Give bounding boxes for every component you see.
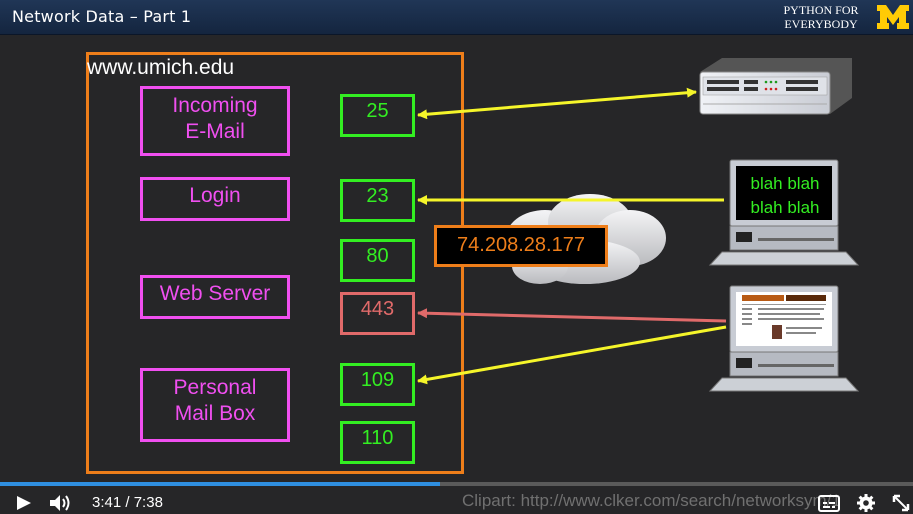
captions-icon[interactable] xyxy=(818,495,840,512)
connection-line-port-25 xyxy=(417,87,697,120)
ip-address-box: 74.208.28.177 xyxy=(434,225,608,267)
video-progress-fill xyxy=(0,482,441,486)
volume-icon[interactable] xyxy=(48,493,72,513)
fullscreen-icon[interactable] xyxy=(891,493,911,513)
terminal-screen-line-2: blah blah xyxy=(750,198,820,217)
play-icon[interactable] xyxy=(14,494,34,512)
web-browser-computer-icon xyxy=(708,285,860,392)
network-switch-icon xyxy=(699,58,852,115)
current-time: 3:41 xyxy=(92,494,122,511)
terminal-screen-text: blah blah blah blah xyxy=(734,172,836,220)
time-separator: / xyxy=(125,494,130,511)
video-progress-bar[interactable] xyxy=(0,482,913,486)
clipart-credit: Clipart: http://www.clker.com/search/net… xyxy=(462,491,841,510)
connection-line-port-109 xyxy=(417,325,727,385)
video-duration: 7:38 xyxy=(133,494,163,511)
connection-line-port-443 xyxy=(417,308,727,323)
settings-icon[interactable] xyxy=(856,493,876,513)
terminal-screen-line-1: blah blah xyxy=(750,174,820,193)
time-display: 3:41 / 7:38 xyxy=(92,494,163,511)
